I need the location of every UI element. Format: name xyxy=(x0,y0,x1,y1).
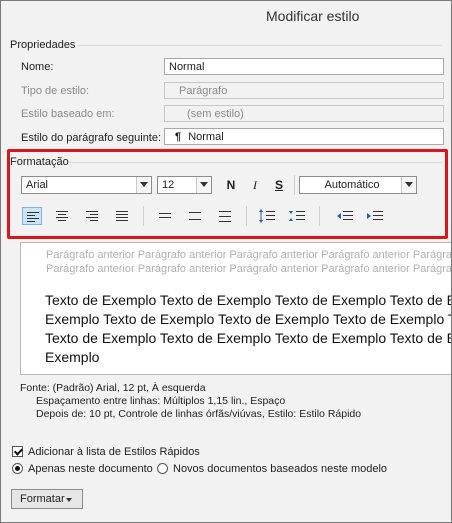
single-spacing-button[interactable] xyxy=(155,207,175,225)
underline-icon: S xyxy=(274,178,283,192)
increase-indent-icon xyxy=(367,211,383,220)
decrease-indent-icon xyxy=(337,211,353,220)
decrease-indent-button[interactable] xyxy=(335,207,355,225)
style-type-label: Tipo de estilo: xyxy=(21,85,90,97)
align-center-button[interactable] xyxy=(52,207,72,225)
bold-button[interactable]: N xyxy=(221,176,241,194)
one-half-spacing-button[interactable] xyxy=(185,207,205,225)
new-documents-radio[interactable] xyxy=(157,463,168,474)
based-on-select[interactable]: (sem estilo) xyxy=(164,105,444,122)
font-color-value: Automático xyxy=(324,179,380,191)
style-description-line: Espaçamento entre linhas: Múltiplos 1,15… xyxy=(36,395,286,407)
chevron-down-icon[interactable] xyxy=(196,177,211,193)
add-quick-styles-checkbox[interactable] xyxy=(12,446,23,457)
dropdown-arrow-icon xyxy=(66,498,72,502)
only-this-document-label: Apenas neste documento xyxy=(28,463,153,475)
modify-style-dialog: Modificar estilo Propriedades Nome: Norm… xyxy=(0,0,452,523)
format-button-label: Formatar xyxy=(20,493,65,505)
toolbar-separator xyxy=(294,175,295,195)
sample-text-line: Exemplo Texto de Exemplo Texto de Exempl… xyxy=(45,311,451,327)
sample-text-line: Texto de Exemplo Texto de Exemplo Texto … xyxy=(45,292,451,308)
next-style-label: Estilo do parágrafo seguinte: xyxy=(21,132,162,144)
font-size-value: 12 xyxy=(162,179,175,191)
font-select[interactable]: Arial xyxy=(21,176,152,194)
format-button[interactable]: Formatar xyxy=(11,489,83,509)
only-this-document-radio[interactable] xyxy=(12,463,23,474)
next-style-value: Normal xyxy=(188,131,224,143)
style-description-line: Fonte: (Padrão) Arial, 12 pt, À esquerda xyxy=(20,382,206,394)
font-size-select[interactable]: 12 xyxy=(157,176,212,194)
font-value: Arial xyxy=(26,179,49,191)
previous-paragraph-text: Parágrafo anterior Parágrafo anterior Pa… xyxy=(46,249,452,261)
properties-divider xyxy=(78,45,442,46)
toolbar-separator xyxy=(143,206,144,226)
name-field[interactable]: Normal xyxy=(164,58,444,75)
decrease-paragraph-spacing-button[interactable] xyxy=(287,207,307,225)
font-color-select[interactable]: Automático xyxy=(299,176,417,194)
formatting-highlight-box xyxy=(7,149,448,239)
spacing-after-icon xyxy=(289,211,305,221)
align-left-button[interactable] xyxy=(22,207,42,225)
new-documents-label: Novos documentos baseados neste modelo xyxy=(173,463,388,475)
sample-text: Texto de Exemplo Texto de Exemplo Texto … xyxy=(45,291,451,367)
bold-icon: N xyxy=(226,178,236,192)
italic-icon: I xyxy=(253,178,257,192)
chevron-down-icon[interactable] xyxy=(136,177,151,193)
justify-button[interactable] xyxy=(112,207,132,225)
next-style-select[interactable]: ¶ Normal xyxy=(164,128,444,145)
align-right-button[interactable] xyxy=(82,207,102,225)
italic-button[interactable]: I xyxy=(245,176,265,194)
toolbar-separator xyxy=(319,206,320,226)
pilcrow-icon: ¶ xyxy=(175,131,182,143)
double-spacing-button[interactable] xyxy=(215,207,235,225)
title-bar: Modificar estilo xyxy=(1,1,451,31)
underline-button[interactable]: S xyxy=(269,176,289,194)
toolbar-separator xyxy=(246,206,247,226)
chevron-down-icon[interactable] xyxy=(401,177,416,193)
dialog-title: Modificar estilo xyxy=(266,8,360,24)
increase-paragraph-spacing-button[interactable] xyxy=(257,207,277,225)
style-type-select[interactable]: Parágrafo xyxy=(164,82,444,99)
properties-section-label: Propriedades xyxy=(10,39,76,51)
sample-text-line: Exemplo xyxy=(45,349,100,365)
style-description-line: Depois de: 10 pt, Controle de linhas órf… xyxy=(36,408,362,420)
sample-text-line: Texto de Exemplo Texto de Exemplo Texto … xyxy=(45,330,451,346)
increase-indent-button[interactable] xyxy=(365,207,385,225)
style-preview-pane: Parágrafo anterior Parágrafo anterior Pa… xyxy=(20,242,452,375)
previous-paragraph-text: Parágrafo anterior Parágrafo anterior Pa… xyxy=(46,263,452,275)
based-on-label: Estilo baseado em: xyxy=(21,108,115,120)
name-label: Nome: xyxy=(21,61,54,73)
spacing-before-icon xyxy=(259,209,275,223)
add-quick-styles-label: Adicionar à lista de Estilos Rápidos xyxy=(28,446,200,458)
